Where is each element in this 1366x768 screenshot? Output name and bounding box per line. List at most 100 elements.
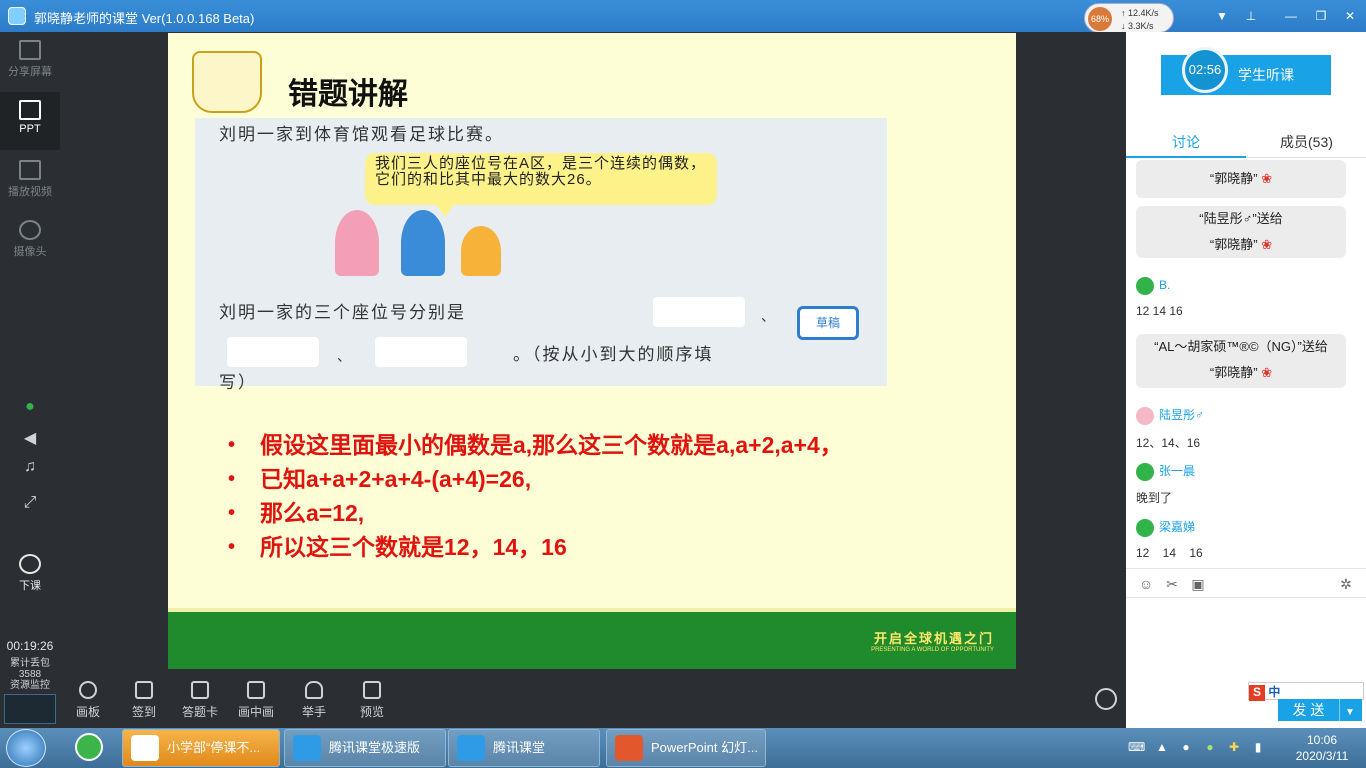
camera-icon [19, 220, 41, 240]
rose-icon: ❀ [1261, 237, 1273, 252]
chat-text: 12 14 16 [1136, 304, 1183, 318]
raise-hand-icon [305, 681, 323, 699]
tencent-classroom-icon [293, 735, 321, 761]
footer-slogan-en: PRESENTING A WORLD OF OPPORTUNITY [871, 647, 994, 653]
answer-card-icon [191, 681, 209, 699]
raise-hand-button[interactable]: 举手 [286, 677, 342, 728]
problem-line-3: 。（按从小到大的顺序填 [513, 345, 714, 364]
title-bar: 郭晓静老师的课堂 Ver(1.0.0.168 Beta) 68% ↑ 12.4K… [0, 0, 1366, 33]
tencent-classroom-icon [457, 735, 485, 761]
system-clock[interactable]: 10:06 2020/3/11 [1282, 732, 1362, 764]
father-figure [401, 210, 445, 276]
network-monitor[interactable]: 68% ↑ 12.4K/s ↓ 3.3K/s [1084, 3, 1174, 33]
checkin-button[interactable]: 签到 [116, 677, 172, 728]
tab-discussion[interactable]: 讨论 [1172, 132, 1200, 152]
pip-button[interactable]: 画中画 [228, 677, 284, 728]
start-button[interactable] [6, 729, 46, 767]
school-logo [192, 51, 262, 113]
end-class-button[interactable]: 下课 [0, 546, 60, 604]
chat-sender: 陆昱彤♂ [1136, 406, 1204, 425]
resource-monitor-graph[interactable] [4, 694, 56, 724]
resource-monitor-link[interactable]: 资源监控 [0, 680, 60, 691]
chat-text: 12、14、16 [1136, 436, 1201, 450]
rose-icon: ❀ [1261, 171, 1273, 186]
separator-1: 、 [761, 308, 775, 324]
fullscreen-icon[interactable]: ⤢ [20, 494, 40, 514]
wechat-icon [1136, 462, 1154, 481]
chat-text: 晚到了 [1136, 491, 1173, 505]
speaker-icon[interactable]: ◀ [20, 428, 40, 448]
wechat-tray-icon[interactable]: ● [1202, 740, 1218, 756]
power-icon[interactable] [1095, 688, 1117, 710]
camera-button[interactable]: 摄像头 [0, 212, 60, 270]
bullet-4: 所以这三个数就是12，14，16 [228, 530, 843, 564]
emoji-icon[interactable]: ☺ [1138, 576, 1154, 592]
pip-icon [247, 681, 265, 699]
preview-button[interactable]: 预览 [344, 677, 400, 728]
solution-bullets: 假设这里面最小的偶数是a,那么这三个数就是a,a+2,a+4， 已知a+a+2+… [228, 428, 843, 564]
bullet-1: 假设这里面最小的偶数是a,那么这三个数就是a,a+2,a+4， [228, 428, 843, 462]
palette-icon [79, 681, 97, 699]
scissors-icon[interactable]: ✂ [1164, 576, 1180, 592]
chat-tools: ☺ ✂ ▣ ✲ [1126, 568, 1366, 598]
avatar [1136, 406, 1154, 425]
dropdown-icon[interactable]: ▼ [1214, 8, 1230, 24]
keyboard-icon[interactable]: ⌨ [1128, 740, 1145, 756]
send-options-icon[interactable]: ▼ [1340, 702, 1360, 724]
system-tray: ⌨ ▲ ● ● ✚ ▮ [1126, 728, 1276, 768]
close-button[interactable]: ✕ [1342, 8, 1358, 24]
bottom-toolbar: 画板 签到 答题卡 画中画 举手 预览 [60, 677, 1126, 728]
cpu-usage: 68% [1088, 7, 1112, 31]
show-hidden-icon[interactable]: ▲ [1154, 740, 1170, 756]
answer-card-button[interactable]: 答题卡 [172, 677, 228, 728]
left-sidebar: 分享屏幕 PPT 播放视频 摄像头 ● ◀ ♫ ⤢ 下课 [0, 32, 60, 728]
panel-tabs: 讨论 成员(53) [1126, 124, 1366, 158]
footer-slogan: 开启全球机遇之门 [873, 631, 994, 646]
restore-button[interactable]: ❐ [1313, 8, 1329, 24]
chat-sender: 张一晨 [1136, 462, 1195, 481]
problem-line-4: 写） [219, 373, 257, 392]
ppt-icon [19, 100, 41, 120]
taskbar-item-tencent[interactable]: 腾讯课堂 [448, 729, 600, 767]
play-video-button[interactable]: 播放视频 [0, 152, 60, 210]
minimize-button[interactable]: — [1283, 8, 1299, 24]
send-button[interactable]: 发 送 ▼ [1278, 699, 1362, 721]
preview-icon [363, 681, 381, 699]
speech-bubble: 我们三人的座位号在A区，是三个连续的偶数，它们的和比其中最大的数大26。 [365, 153, 717, 217]
antivirus-icon[interactable]: ✚ [1226, 740, 1242, 756]
gift-message: “郭晓静” ❀ [1136, 160, 1346, 198]
music-icon[interactable]: ♫ [20, 458, 40, 478]
bullet-3: 那么a=12, [228, 496, 843, 530]
child-figure [461, 226, 501, 276]
palette-button[interactable]: 画板 [60, 677, 116, 728]
separator-2: 、 [337, 348, 351, 364]
checkin-icon [135, 681, 153, 699]
qq-icon[interactable]: ● [1178, 740, 1194, 756]
answer-blank-1 [653, 297, 745, 327]
wechat-icon [1136, 518, 1154, 537]
share-screen-button[interactable]: 分享屏幕 [0, 32, 60, 90]
ppt-button[interactable]: PPT [0, 92, 60, 150]
window-title: 郭晓静老师的课堂 Ver(1.0.0.168 Beta) [34, 11, 255, 26]
taskbar-item-notice[interactable]: 小学部“停课不... [122, 729, 280, 767]
settings-icon[interactable]: ✲ [1338, 576, 1354, 592]
upload-speed: ↑ 12.4K/s [1121, 8, 1159, 18]
taskbar-item-tencent-fast[interactable]: 腾讯课堂极速版 [284, 729, 446, 767]
wechat-icon [1136, 277, 1154, 295]
image-icon[interactable]: ▣ [1190, 576, 1206, 592]
browser-pinned-icon[interactable] [62, 730, 116, 766]
chat-sender: B. [1136, 277, 1170, 295]
pin-icon[interactable]: ⊥ [1243, 8, 1259, 24]
app-icon [131, 735, 159, 761]
taskbar-item-powerpoint[interactable]: PowerPoint 幻灯... [606, 729, 766, 767]
tab-members[interactable]: 成员(53) [1280, 132, 1333, 152]
draft-icon: 草稿 [797, 306, 859, 340]
problem-line-1: 刘明一家到体育馆观看足球比赛。 [219, 125, 504, 144]
answer-blank-2 [227, 337, 319, 367]
gift-message: “陆昱彤♂”送给 “郭晓静” ❀ [1136, 206, 1346, 258]
right-panel: 学生听课 02:56 讨论 成员(53) “郭晓静” ❀ “陆昱彤♂”送给 “郭晓… [1126, 32, 1366, 728]
ime-toolbar[interactable]: S 中 [1248, 682, 1364, 701]
bullet-2: 已知a+a+2+a+4-(a+4)=26, [228, 462, 843, 496]
microphone-icon[interactable]: ● [20, 398, 40, 418]
device-icon[interactable]: ▮ [1250, 740, 1266, 756]
